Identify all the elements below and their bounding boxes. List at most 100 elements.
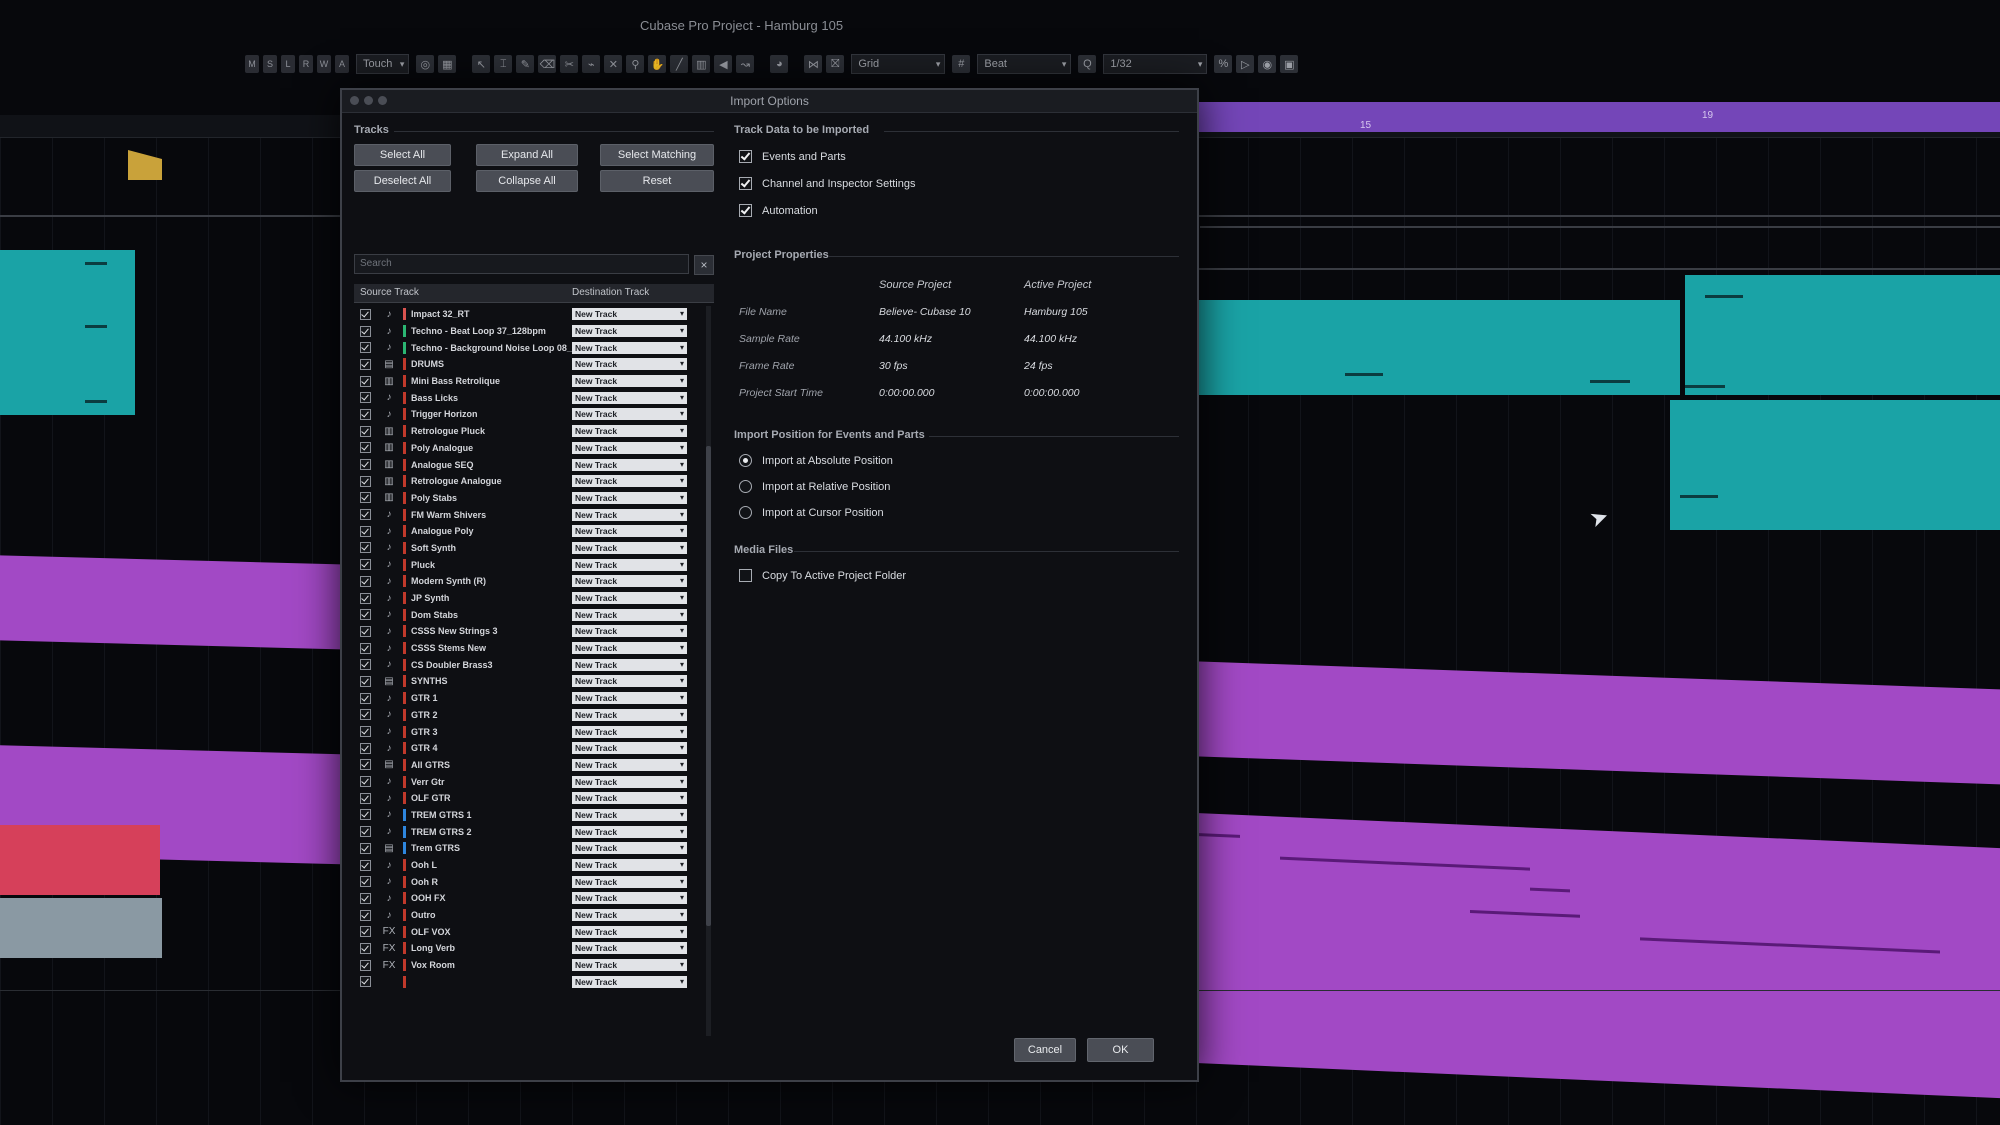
destination-track-select[interactable]: New Track bbox=[572, 775, 687, 788]
track-row[interactable]: ♪ Bass Licks New Track bbox=[354, 389, 704, 406]
track-row[interactable]: ▥ Retrologue Analogue New Track bbox=[354, 473, 704, 490]
track-include-checkbox[interactable] bbox=[360, 525, 371, 537]
quantize-settings-icon[interactable]: % bbox=[1214, 55, 1233, 73]
zoom-tool-icon[interactable]: ⚲ bbox=[626, 55, 645, 73]
track-row[interactable]: ♪ CSSS Stems New New Track bbox=[354, 640, 704, 657]
audio-event[interactable] bbox=[1670, 400, 2000, 530]
destination-track-select[interactable]: New Track bbox=[572, 842, 687, 855]
track-row[interactable]: ▥ Mini Bass Retrolique New Track bbox=[354, 373, 704, 390]
events-and-parts-checkbox[interactable]: Events and Parts bbox=[739, 150, 846, 163]
destination-track-select[interactable]: New Track bbox=[572, 558, 687, 571]
play-tool-icon[interactable]: ◀ bbox=[714, 55, 733, 73]
toolbar-mute-button[interactable]: M bbox=[245, 55, 259, 73]
track-row[interactable]: ♪ OOH FX New Track bbox=[354, 890, 704, 907]
track-include-checkbox[interactable] bbox=[360, 475, 371, 487]
destination-track-select[interactable]: New Track bbox=[572, 925, 687, 938]
snap-toggle-icon[interactable]: ⋈ bbox=[804, 55, 823, 73]
track-include-checkbox[interactable] bbox=[360, 459, 371, 471]
track-row[interactable]: ▥ Analogue SEQ New Track bbox=[354, 456, 704, 473]
destination-track-select[interactable]: New Track bbox=[572, 725, 687, 738]
destination-track-select[interactable]: New Track bbox=[572, 608, 687, 621]
destination-track-select[interactable]: New Track bbox=[572, 758, 687, 771]
track-row[interactable]: ▤ SYNTHS New Track bbox=[354, 673, 704, 690]
automation-mode-select[interactable]: Touch bbox=[356, 54, 410, 74]
quantize-select[interactable]: 1/32 bbox=[1103, 54, 1208, 74]
destination-track-select[interactable]: New Track bbox=[572, 875, 687, 888]
track-row[interactable]: ♪ Outro New Track bbox=[354, 907, 704, 924]
toolbar-read-button[interactable]: R bbox=[299, 55, 313, 73]
track-row[interactable]: ♪ Ooh L New Track bbox=[354, 857, 704, 874]
track-search-input[interactable]: Search bbox=[354, 254, 689, 274]
destination-track-select[interactable]: New Track bbox=[572, 541, 687, 554]
track-include-checkbox[interactable] bbox=[360, 809, 371, 821]
track-row[interactable]: ♪ Techno - Background Noise Loop 08_128bp… bbox=[354, 339, 704, 356]
track-include-checkbox[interactable] bbox=[360, 892, 371, 904]
audio-event[interactable] bbox=[1685, 275, 2000, 395]
track-include-checkbox[interactable] bbox=[360, 792, 371, 804]
destination-track-select[interactable]: New Track bbox=[572, 575, 687, 588]
cycle-range-bar[interactable]: 15 19 bbox=[1190, 102, 2000, 132]
track-row[interactable]: ▤ Trem GTRS New Track bbox=[354, 840, 704, 857]
midi-part[interactable] bbox=[1170, 811, 2000, 1099]
destination-track-select[interactable]: New Track bbox=[572, 642, 687, 655]
track-include-checkbox[interactable] bbox=[360, 325, 371, 337]
range-tool-icon[interactable]: ⌶ bbox=[494, 55, 513, 73]
track-list-scrollbar[interactable] bbox=[706, 306, 711, 1036]
track-include-checkbox[interactable] bbox=[360, 342, 371, 354]
track-include-checkbox[interactable] bbox=[360, 675, 371, 687]
grid-icon[interactable]: ▦ bbox=[438, 55, 457, 73]
relative-position-radio[interactable]: Import at Relative Position bbox=[739, 480, 890, 493]
snap-type-select[interactable]: Grid bbox=[851, 54, 946, 74]
destination-track-select[interactable]: New Track bbox=[572, 975, 687, 988]
toolbar-write-button[interactable]: W bbox=[317, 55, 331, 73]
track-row[interactable]: ♪ TREM GTRS 2 New Track bbox=[354, 823, 704, 840]
destination-track-select[interactable]: New Track bbox=[572, 441, 687, 454]
destination-track-select[interactable]: New Track bbox=[572, 892, 687, 905]
track-row[interactable]: ♪ Trigger Horizon New Track bbox=[354, 406, 704, 423]
destination-track-select[interactable]: New Track bbox=[572, 792, 687, 805]
toolbar-automation-button[interactable]: A bbox=[335, 55, 349, 73]
automation-checkbox[interactable]: Automation bbox=[739, 204, 818, 217]
destination-track-select[interactable]: New Track bbox=[572, 475, 687, 488]
warp-tool-icon[interactable]: ↝ bbox=[736, 55, 755, 73]
destination-track-select[interactable]: New Track bbox=[572, 708, 687, 721]
mute-tool-icon[interactable]: ✕ bbox=[604, 55, 623, 73]
copy-to-project-folder-checkbox[interactable]: Copy To Active Project Folder bbox=[739, 569, 906, 582]
destination-track-select[interactable]: New Track bbox=[572, 391, 687, 404]
audio-event[interactable] bbox=[0, 898, 162, 958]
track-include-checkbox[interactable] bbox=[360, 959, 371, 971]
window-layout-icon[interactable]: ▣ bbox=[1280, 55, 1299, 73]
select-matching-button[interactable]: Select Matching bbox=[600, 144, 714, 166]
destination-track-select[interactable]: New Track bbox=[572, 358, 687, 371]
track-include-checkbox[interactable] bbox=[360, 442, 371, 454]
track-row[interactable]: ♪ GTR 1 New Track bbox=[354, 690, 704, 707]
track-include-checkbox[interactable] bbox=[360, 542, 371, 554]
color-tool-icon[interactable]: ◕ bbox=[770, 55, 789, 73]
cancel-button[interactable]: Cancel bbox=[1014, 1038, 1076, 1062]
destination-track-select[interactable]: New Track bbox=[572, 859, 687, 872]
track-include-checkbox[interactable] bbox=[360, 659, 371, 671]
track-include-checkbox[interactable] bbox=[360, 776, 371, 788]
track-row[interactable]: ▥ Poly Stabs New Track bbox=[354, 490, 704, 507]
track-row[interactable]: ♪ JP Synth New Track bbox=[354, 590, 704, 607]
grid-type-select[interactable]: Beat bbox=[977, 54, 1072, 74]
track-row[interactable]: ▥ Poly Analogue New Track bbox=[354, 440, 704, 457]
destination-track-select[interactable]: New Track bbox=[572, 525, 687, 538]
destination-track-select[interactable]: New Track bbox=[572, 658, 687, 671]
quantize-icon[interactable]: Q bbox=[1078, 55, 1097, 73]
destination-track-select[interactable]: New Track bbox=[572, 491, 687, 504]
track-include-checkbox[interactable] bbox=[360, 842, 371, 854]
snap-mode-icon[interactable]: ⛝ bbox=[826, 55, 845, 73]
track-row[interactable]: ♪ Modern Synth (R) New Track bbox=[354, 573, 704, 590]
track-include-checkbox[interactable] bbox=[360, 759, 371, 771]
destination-track-select[interactable]: New Track bbox=[572, 325, 687, 338]
hand-tool-icon[interactable]: ✋ bbox=[648, 55, 667, 73]
glue-tool-icon[interactable]: ⌁ bbox=[582, 55, 601, 73]
track-include-checkbox[interactable] bbox=[360, 308, 371, 320]
object-select-tool-icon[interactable]: ↖ bbox=[472, 55, 491, 73]
track-row[interactable]: ♪ Analogue Poly New Track bbox=[354, 523, 704, 540]
track-row[interactable]: ▤ All GTRS New Track bbox=[354, 757, 704, 774]
expand-all-button[interactable]: Expand All bbox=[476, 144, 578, 166]
clear-search-icon[interactable]: × bbox=[694, 255, 714, 275]
track-include-checkbox[interactable] bbox=[360, 742, 371, 754]
